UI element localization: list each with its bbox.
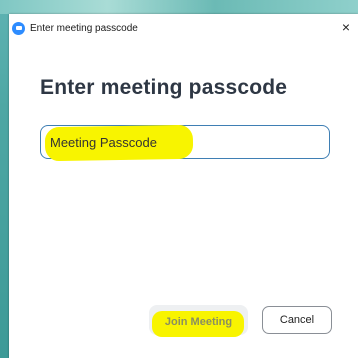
passcode-input[interactable] (50, 126, 320, 158)
cancel-button[interactable]: Cancel (262, 306, 332, 334)
zoom-camera-icon (12, 21, 25, 35)
passcode-field-container (40, 124, 330, 162)
passcode-dialog-window: Enter meeting passcode × Enter meeting p… (9, 14, 358, 358)
join-meeting-button[interactable]: Join Meeting (149, 305, 248, 337)
window-title: Enter meeting passcode (30, 22, 138, 34)
dialog-heading: Enter meeting passcode (40, 76, 288, 99)
desktop-wallpaper-strip (0, 0, 358, 14)
title-bar: Enter meeting passcode × (9, 14, 358, 42)
join-meeting-label: Join Meeting (164, 316, 233, 328)
desktop-background: Enter meeting passcode × Enter meeting p… (0, 0, 358, 358)
camera-glyph (15, 26, 22, 30)
close-icon[interactable]: × (338, 19, 354, 35)
